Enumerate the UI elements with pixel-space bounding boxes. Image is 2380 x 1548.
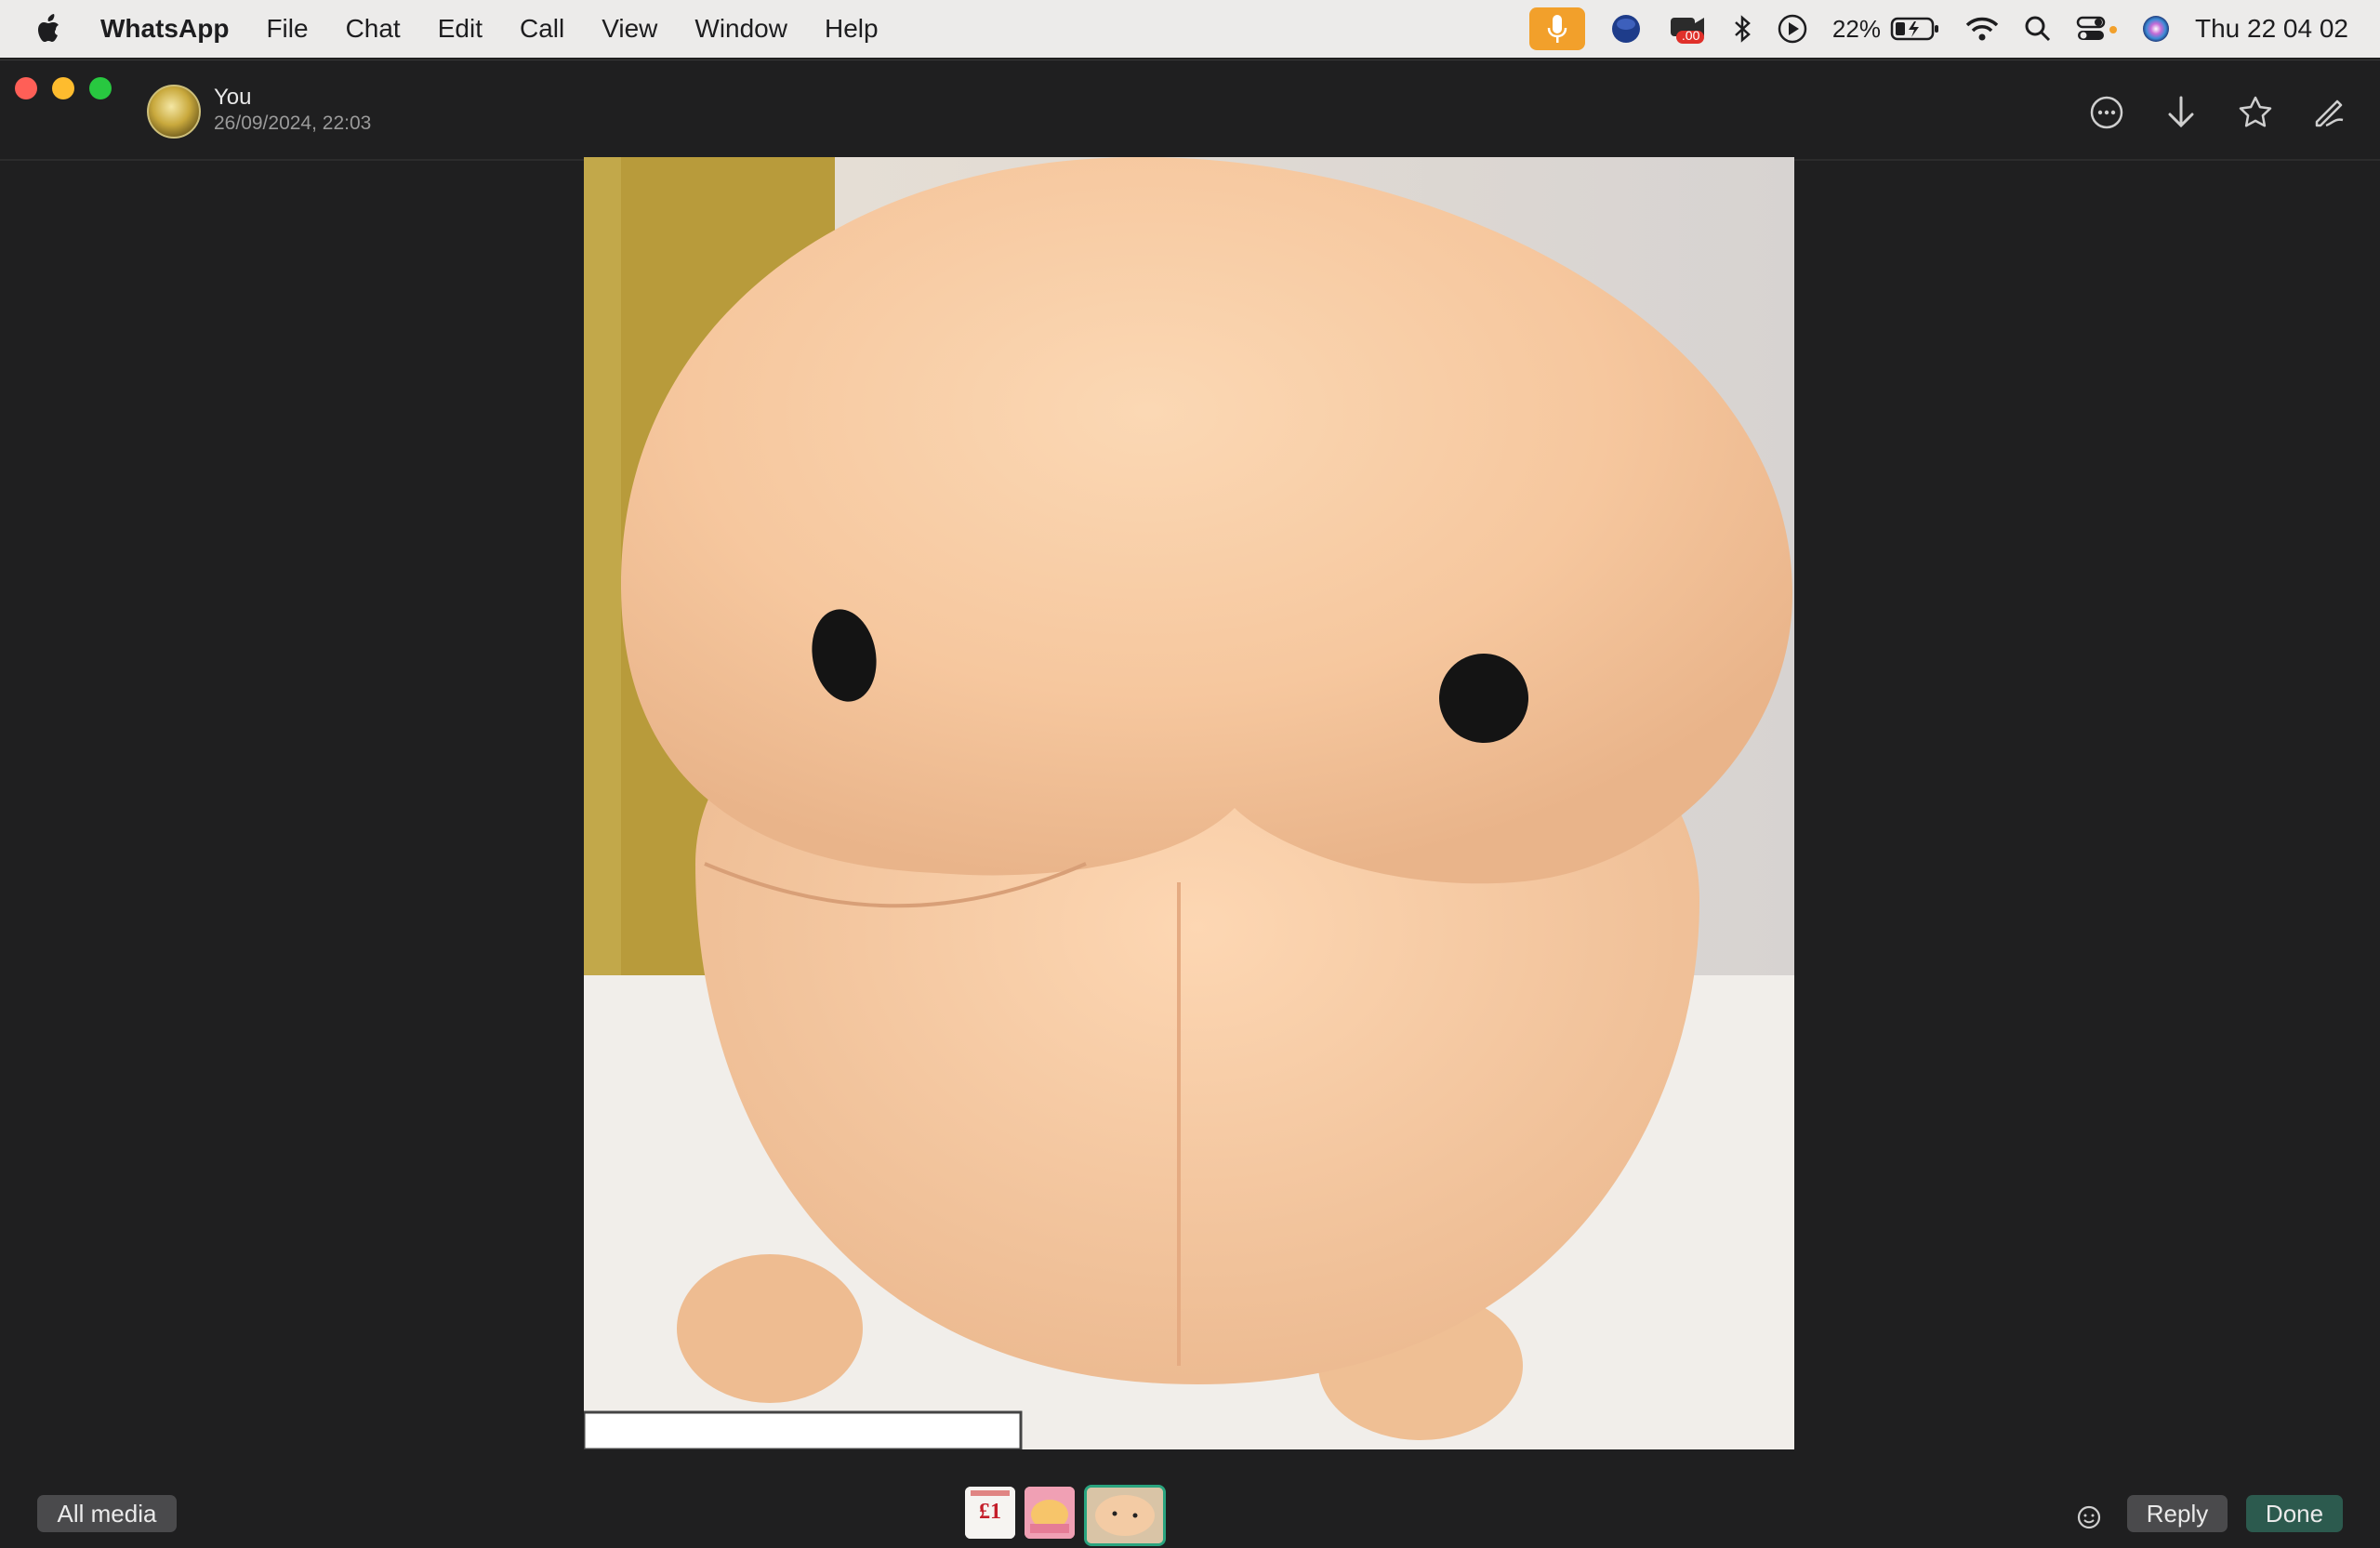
minimize-window-button[interactable] xyxy=(52,77,74,99)
star-icon[interactable] xyxy=(2235,92,2276,133)
menu-view[interactable]: View xyxy=(602,14,657,44)
media-viewer-window: You 26/09/2024, 22:03 All media £1 Reply… xyxy=(0,60,2380,1548)
status-area: .00 22% Thu 22 04 02 xyxy=(1528,0,2380,58)
microphone-icon[interactable] xyxy=(1528,7,1585,50)
menu-bar: WhatsApp File Chat Edit Call View Window… xyxy=(0,0,2380,58)
done-button[interactable]: Done xyxy=(2246,1495,2343,1532)
message-timestamp: 26/09/2024, 22:03 xyxy=(214,112,372,134)
menu-help[interactable]: Help xyxy=(825,14,879,44)
play-circle-icon[interactable] xyxy=(1777,13,1808,45)
emoji-reaction-icon[interactable] xyxy=(2075,1503,2103,1531)
bottom-bar: All media £1 Reply Done xyxy=(0,1449,2380,1548)
wifi-icon[interactable] xyxy=(1964,15,2000,43)
menubar-clock[interactable]: Thu 22 04 02 xyxy=(2195,14,2348,44)
camera-badge-text: .00 xyxy=(1681,28,1700,43)
battery-percent: 22% xyxy=(1831,14,1881,43)
more-options-icon[interactable] xyxy=(2086,92,2127,133)
menu-chat[interactable]: Chat xyxy=(346,14,401,44)
window-titlebar: You 26/09/2024, 22:03 xyxy=(0,60,2380,161)
close-window-button[interactable] xyxy=(15,77,37,99)
media-image[interactable] xyxy=(584,157,1794,1449)
bluetooth-icon[interactable] xyxy=(1732,14,1752,44)
camera-icon[interactable]: .00 xyxy=(1667,12,1708,46)
menu-app-name[interactable]: WhatsApp xyxy=(100,14,229,44)
apple-menu-icon[interactable] xyxy=(35,12,65,46)
zoom-window-button[interactable] xyxy=(89,77,112,99)
download-icon[interactable] xyxy=(2161,92,2202,133)
reply-button[interactable]: Reply xyxy=(2127,1495,2228,1532)
menu-edit[interactable]: Edit xyxy=(438,14,483,44)
thumbnail-1[interactable]: £1 xyxy=(965,1487,1015,1539)
blue-sphere-icon[interactable] xyxy=(1609,12,1643,46)
plush-toy-photo xyxy=(584,157,1794,1449)
menu-window[interactable]: Window xyxy=(694,14,787,44)
thumbnail-2[interactable] xyxy=(1025,1487,1075,1539)
search-icon[interactable] xyxy=(2024,15,2052,43)
control-center-icon[interactable] xyxy=(2076,15,2117,43)
menu-call[interactable]: Call xyxy=(520,14,564,44)
avatar[interactable] xyxy=(147,85,201,139)
all-media-button[interactable]: All media xyxy=(37,1495,177,1532)
edit-draw-icon[interactable] xyxy=(2309,92,2350,133)
thumbnail-1-label: £1 xyxy=(979,1500,1001,1524)
menu-file[interactable]: File xyxy=(266,14,308,44)
siri-icon[interactable] xyxy=(2141,14,2171,44)
battery-icon[interactable] xyxy=(1890,16,1940,42)
thumbnail-3-selected[interactable] xyxy=(1084,1485,1166,1546)
sender-name: You xyxy=(214,85,252,110)
